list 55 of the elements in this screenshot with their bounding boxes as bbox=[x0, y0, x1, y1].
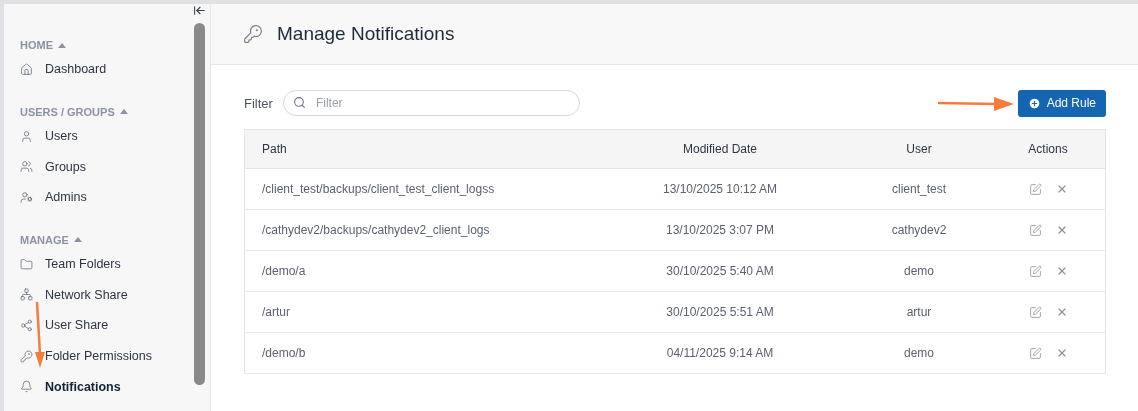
table-cell: 30/10/2025 5:51 AM bbox=[593, 291, 847, 333]
sidebar-item[interactable]: Team Folders bbox=[20, 248, 188, 280]
table-cell: /demo/b bbox=[244, 332, 593, 374]
search-icon bbox=[292, 96, 306, 109]
annotation-arrow bbox=[35, 301, 45, 368]
nav-icon bbox=[20, 349, 33, 363]
column-header: Path bbox=[244, 129, 593, 169]
scrollbar-thumb[interactable] bbox=[193, 23, 205, 385]
table-cell: /client_test/backups/client_test_client_logss bbox=[244, 168, 593, 210]
edit-button[interactable] bbox=[1028, 305, 1042, 319]
table-cell: artur bbox=[847, 291, 991, 333]
table-cell: client_test bbox=[847, 168, 991, 210]
column-header: User bbox=[847, 129, 991, 169]
table-cell: /demo/a bbox=[244, 250, 593, 292]
table-cell: 13/10/2025 10:12 AM bbox=[593, 168, 847, 210]
filter-label: Filter bbox=[244, 95, 273, 111]
key-icon bbox=[243, 24, 263, 44]
plus-icon bbox=[1027, 96, 1041, 110]
filter-field[interactable]: Filter bbox=[282, 90, 580, 116]
sidebar-item[interactable]: Folder Permissions bbox=[20, 340, 188, 372]
edit-button[interactable] bbox=[1028, 346, 1042, 360]
sidebar-item[interactable]: Users bbox=[20, 120, 188, 152]
edit-button[interactable] bbox=[1028, 223, 1042, 237]
column-header: Actions bbox=[991, 129, 1106, 169]
sidebar-item[interactable]: User Share bbox=[20, 310, 188, 341]
collapse-icon[interactable] bbox=[192, 4, 206, 17]
table-cell: 13/10/2025 3:07 PM bbox=[593, 209, 847, 251]
edit-button[interactable] bbox=[1028, 264, 1042, 278]
edit-button[interactable] bbox=[1028, 182, 1042, 196]
page-title: Manage Notifications bbox=[277, 23, 455, 45]
nav-icon bbox=[20, 318, 33, 332]
nav-icon bbox=[20, 288, 33, 302]
nav-icon bbox=[20, 190, 33, 204]
table-cell: /cathydev2/backups/cathydev2_client_logs bbox=[244, 209, 593, 251]
nav-icon bbox=[20, 62, 33, 76]
caret-icon bbox=[119, 109, 128, 115]
column-header: Modified Date bbox=[593, 129, 847, 169]
caret-icon bbox=[73, 237, 82, 243]
caret-icon bbox=[58, 42, 66, 48]
nav-icon bbox=[20, 129, 33, 143]
sidebar-item[interactable]: Notifications bbox=[20, 371, 188, 403]
table-cell: cathydev2 bbox=[847, 209, 991, 251]
sidebar-item[interactable]: Admins bbox=[20, 182, 188, 213]
sidebar-item[interactable]: Network Share bbox=[20, 279, 188, 311]
sidebar-item[interactable]: Groups bbox=[20, 151, 188, 183]
table-cell: /artur bbox=[244, 291, 593, 333]
nav-icon bbox=[20, 380, 33, 394]
table-cell: demo bbox=[847, 250, 991, 292]
table-cell: 30/10/2025 5:40 AM bbox=[593, 250, 847, 292]
sidebar-item[interactable]: Dashboard bbox=[20, 54, 188, 85]
table-cell: 04/11/2025 9:14 AM bbox=[593, 332, 847, 374]
nav-icon bbox=[20, 257, 33, 271]
table-cell: demo bbox=[847, 332, 991, 374]
add-rule-button[interactable]: Add Rule bbox=[1017, 89, 1106, 117]
nav-icon bbox=[20, 160, 33, 174]
